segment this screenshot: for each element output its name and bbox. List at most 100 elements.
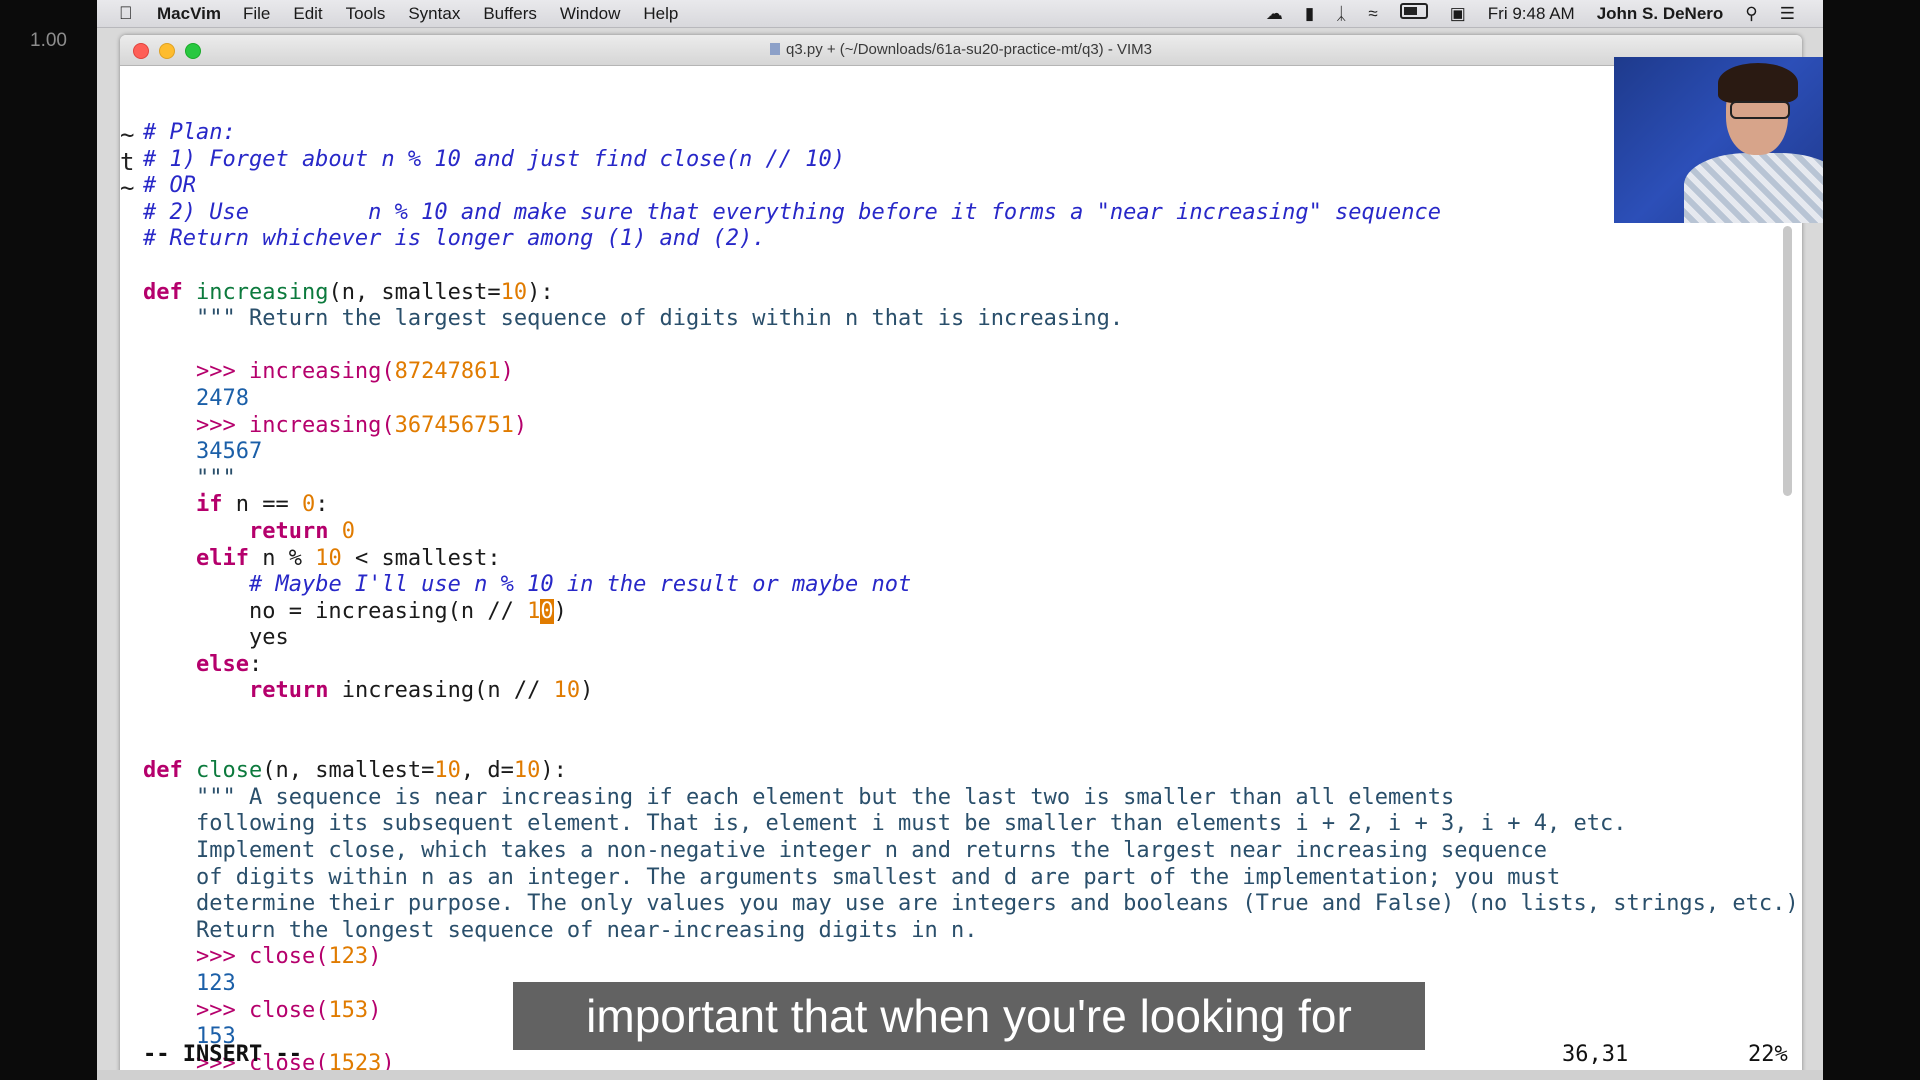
code-line[interactable]: of digits within n as an integer. The ar… — [143, 865, 1802, 892]
code-line[interactable]: >>> increasing(87247861) — [143, 359, 1802, 386]
presenter-shirt — [1684, 153, 1823, 223]
code-token: return — [248, 678, 329, 704]
code-token: 34567 — [195, 439, 263, 465]
code-line[interactable]: # Maybe I'll use n % 10 in the result or… — [143, 572, 1802, 599]
apple-icon[interactable]:  — [119, 3, 145, 24]
code-line[interactable]: def increasing(n, smallest=10): — [143, 280, 1802, 307]
vim-editor[interactable]: ~ t ~ # Plan: # 1) Forget about n % 10 and… — [120, 66, 1802, 1080]
mic-icon[interactable]: ▮ — [1305, 4, 1314, 24]
code-token: 10 — [500, 279, 528, 305]
code-token: # 1) Forget about n % 10 and just find c… — [143, 146, 845, 172]
code-token: determine their purpose. The only values… — [143, 891, 1802, 917]
code-token: 10 — [513, 758, 541, 784]
gutter-mark: ~ — [120, 121, 135, 149]
menu-window[interactable]: Window — [560, 4, 620, 24]
code-line[interactable]: 2478 — [143, 386, 1802, 413]
code-token: 2478 — [195, 385, 249, 411]
menu-bar:  MacVim File Edit Tools Syntax Buffers … — [97, 0, 1823, 28]
menu-edit[interactable]: Edit — [293, 4, 322, 24]
list-icon[interactable]: ☰ — [1780, 4, 1795, 24]
menu-clock[interactable]: Fri 9:48 AM — [1488, 4, 1575, 24]
code-line[interactable]: else: — [143, 652, 1802, 679]
code-line[interactable] — [143, 705, 1802, 732]
code-token: ) — [553, 598, 567, 624]
code-line[interactable]: """ A sequence is near increasing if eac… — [143, 785, 1802, 812]
wifi-icon[interactable]: ≈ — [1368, 4, 1377, 24]
code-token: >>> increasing( — [195, 359, 395, 385]
code-token: : — [248, 651, 263, 677]
code-line[interactable] — [143, 333, 1802, 360]
code-token: no = increasing(n // — [143, 598, 528, 624]
bluetooth-icon[interactable]: ᛣ — [1336, 4, 1346, 24]
code-token: # 2) Use n % 10 and make sure that every… — [143, 199, 1442, 225]
menu-tools[interactable]: Tools — [346, 4, 386, 24]
code-buffer[interactable]: # Plan: # 1) Forget about n % 10 and just… — [143, 120, 1802, 1077]
code-line[interactable]: 34567 — [143, 439, 1802, 466]
code-line[interactable]: yes — [143, 625, 1802, 652]
code-token: ) — [513, 412, 528, 438]
dock-strip — [97, 1070, 1823, 1080]
code-line[interactable]: def close(n, smallest=10, d=10): — [143, 758, 1802, 785]
code-line[interactable]: """ — [143, 466, 1802, 493]
code-line[interactable]: Implement close, which takes a non-negat… — [143, 838, 1802, 865]
window-title-text: q3.py + (~/Downloads/61a-su20-practice-m… — [786, 41, 1152, 58]
window-titlebar[interactable]: q3.py + (~/Downloads/61a-su20-practice-m… — [120, 35, 1802, 66]
code-token: 10 — [315, 545, 342, 571]
cloud-icon[interactable]: ☁ — [1266, 4, 1283, 24]
code-token: ): — [527, 279, 554, 305]
code-token: # Maybe I'll use n % 10 in the result or… — [248, 572, 912, 598]
code-token: elif — [195, 545, 249, 571]
code-token: else — [195, 651, 249, 677]
status-menus: ☁ ▮ ᛣ ≈ ▣ Fri 9:48 AM John S. DeNero ⚲ ☰ — [1244, 3, 1795, 24]
code-token: ) — [580, 678, 594, 704]
code-token: close — [196, 758, 263, 784]
code-token: ) — [368, 944, 382, 970]
code-line[interactable]: return 0 — [143, 519, 1802, 546]
menu-app-name[interactable]: MacVim — [157, 4, 221, 24]
gutter: ~ t ~ — [120, 122, 140, 202]
code-line[interactable]: following its subsequent element. That i… — [143, 811, 1802, 838]
code-token: >>> increasing( — [195, 412, 395, 438]
code-line[interactable]: >>> increasing(367456751) — [143, 413, 1802, 440]
code-line[interactable]: # 1) Forget about n % 10 and just find c… — [143, 147, 1802, 174]
code-line[interactable]: # Return whichever is longer among (1) a… — [143, 226, 1802, 253]
code-token: return — [248, 518, 329, 544]
menu-syntax[interactable]: Syntax — [408, 4, 460, 24]
code-line[interactable]: if n == 0: — [143, 492, 1802, 519]
input-source-icon[interactable]: ▣ — [1450, 4, 1466, 24]
menu-help[interactable]: Help — [643, 4, 678, 24]
menu-buffers[interactable]: Buffers — [483, 4, 537, 24]
code-line[interactable]: Return the longest sequence of near-incr… — [143, 918, 1802, 945]
code-token: yes — [143, 625, 289, 651]
code-line[interactable]: return increasing(n // 10) — [143, 678, 1802, 705]
code-line[interactable]: """ Return the largest sequence of digit… — [143, 306, 1802, 333]
code-line[interactable]: # Plan: — [143, 120, 1802, 147]
code-line[interactable] — [143, 732, 1802, 759]
code-line[interactable]: >>> close(123) — [143, 944, 1802, 971]
menu-file[interactable]: File — [243, 4, 270, 24]
menu-user[interactable]: John S. DeNero — [1597, 4, 1724, 24]
presenter-glasses — [1730, 101, 1790, 119]
code-line[interactable]: # 2) Use n % 10 and make sure that every… — [143, 200, 1802, 227]
gutter-mark: t — [120, 147, 135, 176]
code-line[interactable]: elif n % 10 < smallest: — [143, 546, 1802, 573]
search-icon[interactable]: ⚲ — [1745, 4, 1757, 24]
code-token: n == — [222, 492, 302, 518]
battery-icon[interactable] — [1399, 3, 1428, 24]
code-line[interactable]: no = increasing(n // 10) — [143, 598, 1802, 626]
scrollbar[interactable] — [1783, 226, 1792, 496]
desktop:  MacVim File Edit Tools Syntax Buffers … — [97, 0, 1823, 1080]
cursor-position: 36,31 — [1562, 1042, 1629, 1067]
vim-mode: -- INSERT -- — [143, 1042, 302, 1067]
code-line[interactable]: determine their purpose. The only values… — [143, 891, 1802, 918]
code-line[interactable]: # OR — [143, 173, 1802, 200]
code-line[interactable] — [143, 253, 1802, 280]
